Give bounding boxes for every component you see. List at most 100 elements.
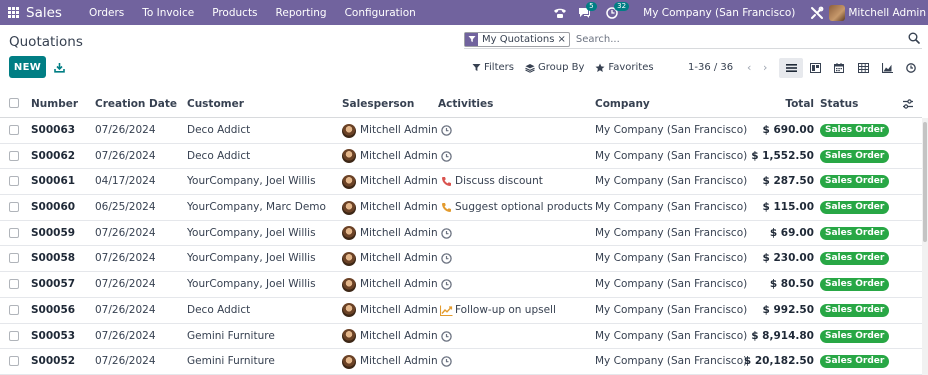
salesperson-name: Mitchell Admin: [360, 303, 438, 316]
header-company[interactable]: Company: [595, 90, 650, 118]
menu-configuration[interactable]: Configuration: [336, 7, 425, 19]
row-checkbox[interactable]: [9, 150, 19, 161]
menu-to-invoice[interactable]: To Invoice: [133, 7, 203, 19]
cell-number: S00060: [31, 201, 76, 214]
graph-view-icon[interactable]: [875, 58, 899, 78]
row-checkbox[interactable]: [9, 253, 19, 264]
filters-button[interactable]: Filters: [472, 62, 514, 73]
favorites-button[interactable]: Favorites: [595, 62, 654, 73]
header-creation-date[interactable]: Creation Date: [95, 90, 177, 118]
user-avatar[interactable]: [829, 4, 846, 21]
cell-creation-date: 07/26/2024: [95, 149, 156, 162]
cell-salesperson: Mitchell Admin: [342, 195, 438, 220]
select-all-checkbox[interactable]: [9, 98, 19, 108]
list-view-icon[interactable]: [779, 58, 803, 78]
menu-products[interactable]: Products: [203, 7, 266, 19]
cell-status: Sales Order: [820, 246, 890, 271]
row-checkbox[interactable]: [9, 125, 19, 135]
header-customer[interactable]: Customer: [187, 90, 244, 118]
phone-icon-red[interactable]: [439, 175, 453, 189]
menu-orders[interactable]: Orders: [80, 7, 133, 19]
pivot-view-icon[interactable]: [851, 58, 875, 78]
scrollbar-thumb[interactable]: [923, 122, 927, 242]
facet-remove-icon[interactable]: ×: [557, 34, 568, 45]
table-row-s00061[interactable]: S00061 04/17/2024 YourCompany, Joel Will…: [0, 169, 922, 196]
cell-company: My Company (San Francisco): [595, 175, 748, 188]
row-checkbox[interactable]: [9, 330, 19, 341]
calendar-view-icon[interactable]: [827, 58, 851, 78]
voip-phone-icon[interactable]: [547, 0, 573, 25]
kanban-view-icon[interactable]: [803, 58, 827, 78]
pager-next-icon[interactable]: ›: [759, 61, 771, 74]
trend-up-icon[interactable]: [439, 303, 453, 317]
clock-icon[interactable]: [439, 149, 453, 163]
salesperson-avatar: [342, 303, 356, 318]
header-activities[interactable]: Activities: [438, 90, 493, 118]
download-icon[interactable]: [51, 58, 67, 76]
salesperson-avatar: [342, 174, 356, 189]
table-row-s00056[interactable]: S00056 07/26/2024 Deco Addict Mitchell A…: [0, 298, 922, 324]
cell-total: $ 992.50: [762, 303, 814, 316]
header-number[interactable]: Number: [31, 90, 78, 118]
menu-reporting[interactable]: Reporting: [267, 7, 336, 19]
table-row-s00057[interactable]: S00057 07/26/2024 YourCompany, Joel Will…: [0, 272, 922, 298]
status-badge: Sales Order: [820, 329, 890, 343]
row-checkbox[interactable]: [9, 176, 19, 187]
cell-activities: [439, 246, 455, 271]
salesperson-avatar: [342, 251, 356, 266]
row-checkbox[interactable]: [9, 279, 19, 290]
header-status[interactable]: Status: [820, 90, 858, 118]
cell-company: My Company (San Francisco): [595, 303, 748, 316]
app-grid-icon[interactable]: [0, 0, 26, 25]
cell-customer: YourCompany, Joel Willis: [187, 226, 316, 239]
header-salesperson[interactable]: Salesperson: [342, 90, 414, 118]
clock-icon[interactable]: [439, 329, 453, 343]
clock-icon[interactable]: [439, 278, 453, 292]
pager-previous-icon[interactable]: ‹: [743, 61, 755, 74]
clock-icon[interactable]: [439, 355, 453, 369]
search-icon[interactable]: [908, 32, 922, 46]
vertical-scrollbar[interactable]: [922, 118, 928, 375]
table-row-s00058[interactable]: S00058 07/26/2024 YourCompany, Joel Will…: [0, 246, 922, 273]
cell-total: $ 80.50: [769, 278, 814, 291]
activity-view-icon[interactable]: [899, 58, 923, 78]
table-row-s00052[interactable]: S00052 07/26/2024 Gemini Furniture Mitch…: [0, 349, 922, 375]
cell-total: $ 690.00: [762, 124, 814, 136]
row-checkbox[interactable]: [9, 227, 19, 238]
cell-total: $ 8,914.80: [751, 329, 814, 342]
user-menu[interactable]: Mitchell Admin: [848, 7, 928, 19]
layers-icon: [525, 63, 535, 73]
cell-customer: Gemini Furniture: [187, 355, 275, 368]
cell-company: My Company (San Francisco): [595, 124, 748, 136]
table-row-s00060[interactable]: S00060 06/25/2024 YourCompany, Marc Demo…: [0, 195, 922, 221]
clock-icon[interactable]: [439, 124, 453, 138]
row-checkbox[interactable]: [9, 304, 19, 315]
debug-tools-icon[interactable]: [805, 0, 829, 25]
new-button[interactable]: NEW: [9, 56, 46, 78]
row-checkbox[interactable]: [9, 356, 19, 367]
row-checkbox[interactable]: [9, 202, 19, 213]
group-by-button[interactable]: Group By: [525, 62, 584, 73]
table-row-s00053[interactable]: S00053 07/26/2024 Gemini Furniture Mitch…: [0, 324, 922, 350]
company-switcher[interactable]: My Company (San Francisco): [631, 7, 805, 19]
cell-total: $ 20,182.50: [743, 355, 814, 368]
clock-icon[interactable]: [439, 226, 453, 240]
app-name[interactable]: Sales: [26, 5, 62, 21]
activities-clock-icon[interactable]: 32: [601, 0, 631, 25]
search-input[interactable]: [575, 33, 906, 45]
salesperson-name: Mitchell Admin: [360, 226, 438, 239]
pager-value[interactable]: 1-36 / 36: [688, 62, 733, 73]
messages-icon[interactable]: 5: [573, 0, 601, 25]
phone-icon-orange[interactable]: [439, 201, 453, 215]
status-badge: Sales Order: [820, 278, 890, 292]
optional-columns-icon[interactable]: [902, 98, 914, 110]
cell-number: S00056: [31, 303, 76, 316]
header-total[interactable]: Total: [785, 90, 814, 118]
table-row-s00059[interactable]: S00059 07/26/2024 YourCompany, Joel Will…: [0, 221, 922, 247]
table-row-s00063[interactable]: S00063 07/26/2024 Deco Addict Mitchell A…: [0, 118, 922, 144]
activity-summary: Follow-up on upsell: [455, 303, 556, 316]
cell-total: $ 115.00: [762, 201, 814, 214]
table-row-s00062[interactable]: S00062 07/26/2024 Deco Addict Mitchell A…: [0, 144, 922, 170]
clock-icon[interactable]: [439, 252, 453, 266]
cell-status: Sales Order: [820, 118, 890, 143]
